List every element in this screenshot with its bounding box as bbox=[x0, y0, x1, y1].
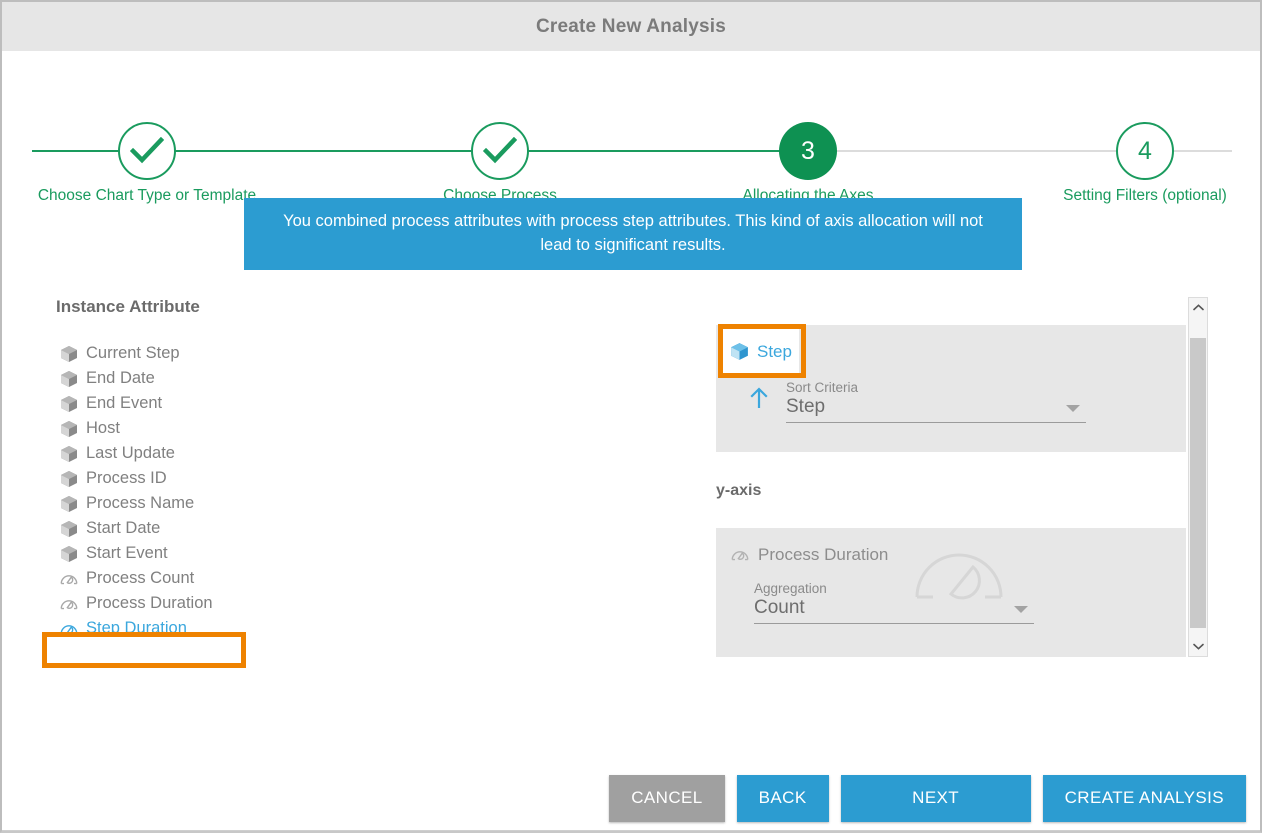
attribute-label: Start Date bbox=[86, 519, 161, 537]
attribute-label: Process Name bbox=[86, 494, 195, 512]
attribute-item-process-duration[interactable]: Process Duration bbox=[56, 591, 356, 616]
sort-direction-toggle[interactable] bbox=[748, 386, 770, 415]
attribute-item-last-update[interactable]: Last Update bbox=[56, 441, 356, 466]
axis-panel-scrollbar[interactable] bbox=[1188, 297, 1208, 657]
gauge-icon bbox=[59, 569, 79, 589]
y-axis-attribute[interactable]: Process Duration bbox=[730, 545, 888, 565]
attribute-item-start-date[interactable]: Start Date bbox=[56, 516, 356, 541]
dialog-titlebar: Create New Analysis bbox=[2, 2, 1260, 51]
next-button[interactable]: NEXT bbox=[840, 774, 1031, 822]
cube-icon bbox=[59, 469, 79, 489]
x-axis-chip-label: Step bbox=[757, 341, 792, 361]
cube-icon bbox=[59, 344, 79, 364]
chevron-down-icon[interactable] bbox=[1066, 405, 1080, 412]
wizard-stepper: Choose Chart Type or Template Choose Pro… bbox=[2, 51, 1260, 204]
gauge-icon bbox=[730, 545, 750, 565]
stepper-node-3[interactable]: 3 bbox=[779, 122, 837, 180]
sort-criteria-value: Step bbox=[786, 396, 826, 417]
attribute-item-process-id[interactable]: Process ID bbox=[56, 466, 356, 491]
chevron-down-icon[interactable] bbox=[1014, 606, 1028, 613]
cube-icon bbox=[59, 419, 79, 439]
attribute-list: Current Step End Date End Event Host Las… bbox=[42, 341, 356, 668]
instance-attribute-heading: Instance Attribute bbox=[56, 297, 200, 316]
attribute-label: Host bbox=[86, 419, 120, 437]
create-analysis-button[interactable]: CREATE ANALYSIS bbox=[1042, 774, 1246, 822]
attribute-item-end-event[interactable]: End Event bbox=[56, 391, 356, 416]
cube-icon bbox=[729, 341, 750, 362]
gauge-icon bbox=[59, 619, 79, 639]
cube-icon bbox=[59, 494, 79, 514]
footer-divider bbox=[2, 830, 1260, 831]
stepper-node-1[interactable] bbox=[118, 122, 176, 180]
cube-icon bbox=[59, 444, 79, 464]
attribute-label: Process ID bbox=[86, 469, 167, 487]
cancel-button[interactable]: CANCEL bbox=[609, 774, 725, 822]
attribute-label: Last Update bbox=[86, 444, 175, 462]
check-icon bbox=[130, 137, 164, 165]
y-axis-attribute-label: Process Duration bbox=[758, 545, 889, 564]
warning-banner-text: You combined process attributes with pro… bbox=[283, 212, 983, 254]
dialog-footer: CANCEL BACK NEXT CREATE ANALYSIS bbox=[2, 772, 1260, 824]
attribute-item-end-date[interactable]: End Date bbox=[56, 366, 356, 391]
attribute-label: Process Duration bbox=[86, 594, 213, 612]
instance-attribute-panel: Instance Attribute Current Step End Date… bbox=[42, 297, 356, 668]
attribute-label: End Date bbox=[86, 369, 155, 387]
gauge-icon bbox=[59, 594, 79, 614]
chevron-down-icon bbox=[1192, 643, 1204, 650]
chevron-up-icon bbox=[1192, 304, 1204, 311]
axis-allocation-panel: Step Sort Criteria Step y-axis Process D… bbox=[716, 297, 1208, 657]
attribute-item-process-name[interactable]: Process Name bbox=[56, 491, 356, 516]
cube-icon bbox=[59, 369, 79, 389]
aggregation-value-row[interactable]: Count bbox=[754, 597, 1034, 624]
stepper-number-3: 3 bbox=[801, 136, 815, 165]
stepper-node-4[interactable]: 4 bbox=[1116, 122, 1174, 180]
stepper-label-1: Choose Chart Type or Template bbox=[37, 187, 257, 204]
aggregation-field[interactable]: Aggregation Count bbox=[754, 581, 1034, 624]
attribute-item-start-event[interactable]: Start Event bbox=[56, 541, 356, 566]
scroll-up-button[interactable] bbox=[1189, 298, 1207, 317]
scroll-down-button[interactable] bbox=[1189, 637, 1207, 656]
stepper-label-4: Setting Filters (optional) bbox=[1063, 187, 1227, 204]
back-button[interactable]: BACK bbox=[736, 774, 829, 822]
create-new-analysis-dialog: Create New Analysis Choose Chart Type or… bbox=[0, 0, 1262, 833]
attribute-label: Start Event bbox=[86, 544, 168, 562]
sort-criteria-label: Sort Criteria bbox=[786, 380, 859, 395]
stepper-node-2[interactable] bbox=[471, 122, 529, 180]
cube-icon bbox=[59, 544, 79, 564]
attribute-item-host[interactable]: Host bbox=[56, 416, 356, 441]
attribute-label: Process Count bbox=[86, 569, 195, 587]
x-axis-chip-step[interactable]: Step bbox=[729, 341, 792, 362]
attribute-item-current-step[interactable]: Current Step bbox=[56, 341, 356, 366]
warning-banner: You combined process attributes with pro… bbox=[244, 198, 1022, 270]
check-icon bbox=[483, 137, 517, 165]
stepper-number-4: 4 bbox=[1138, 136, 1152, 165]
arrow-up-icon bbox=[748, 387, 770, 414]
cube-icon bbox=[59, 519, 79, 539]
sort-criteria-value-row[interactable]: Step bbox=[786, 396, 1086, 423]
aggregation-value: Count bbox=[754, 597, 805, 618]
scrollbar-thumb[interactable] bbox=[1190, 338, 1206, 628]
aggregation-label: Aggregation bbox=[754, 581, 827, 596]
y-axis-heading: y-axis bbox=[716, 482, 762, 499]
attribute-label: Current Step bbox=[86, 344, 180, 362]
page-title: Create New Analysis bbox=[535, 15, 726, 37]
attribute-item-process-count[interactable]: Process Count bbox=[56, 566, 356, 591]
cube-icon bbox=[59, 394, 79, 414]
attribute-label: Step Duration bbox=[86, 619, 187, 637]
sort-criteria-field[interactable]: Sort Criteria Step bbox=[786, 380, 1086, 423]
attribute-label: End Event bbox=[86, 394, 163, 412]
attribute-item-step-duration[interactable]: Step Duration bbox=[56, 616, 356, 641]
